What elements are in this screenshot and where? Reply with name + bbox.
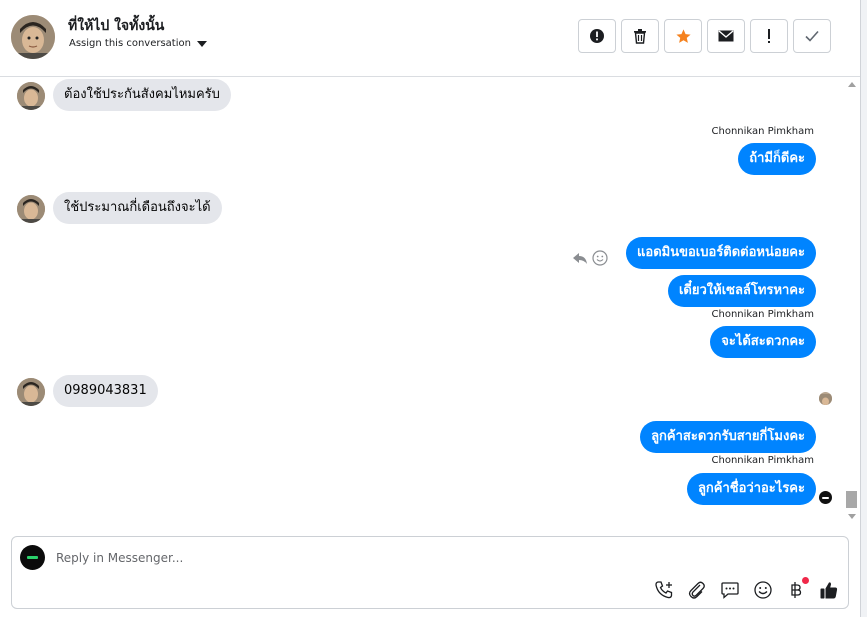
- contact-avatar[interactable]: [11, 15, 55, 59]
- mark-done-button[interactable]: [793, 19, 831, 53]
- composer-tools: [653, 577, 840, 601]
- follow-up-button[interactable]: [750, 19, 788, 53]
- star-button[interactable]: [664, 19, 702, 53]
- seen-avatar: [819, 392, 832, 405]
- reply-composer: [11, 536, 849, 609]
- conversation-actions: [578, 19, 831, 53]
- attach-button[interactable]: [686, 579, 708, 601]
- message-tools: [572, 250, 608, 266]
- emoji-button[interactable]: [752, 579, 774, 601]
- thumbs-up-icon: [820, 582, 838, 599]
- saved-replies-button[interactable]: [719, 579, 741, 601]
- window-edge: [860, 0, 867, 617]
- sender-name: Chonnikan Pimkham: [711, 126, 814, 137]
- message-thread[interactable]: ต้องใช้ประกันสังคมไหมครับ Chonnikan Pimk…: [0, 78, 860, 524]
- phone-plus-icon: [655, 581, 673, 599]
- contact-avatar-small[interactable]: [17, 195, 45, 223]
- trash-icon: [634, 29, 646, 44]
- reply-arrow-icon[interactable]: [572, 250, 588, 266]
- outgoing-message[interactable]: เดี๋ยวให้เซลล์โทรหาคะ: [667, 275, 816, 307]
- contact-avatar-small[interactable]: [17, 82, 45, 110]
- react-emoji-icon[interactable]: [592, 250, 608, 266]
- envelope-icon: [718, 30, 734, 42]
- mark-spam-button[interactable]: [578, 19, 616, 53]
- incoming-message[interactable]: ใช้ประมาณกี่เดือนถึงจะได้: [53, 192, 222, 224]
- assign-label: Assign this conversation: [69, 38, 191, 49]
- contact-name[interactable]: ที่ให้ไป ใจทั้งนั้น: [68, 15, 164, 37]
- outgoing-message[interactable]: จะได้สะดวกคะ: [710, 326, 816, 358]
- incoming-message[interactable]: 0989043831: [53, 375, 158, 407]
- outgoing-message[interactable]: แอดมินขอเบอร์ติดต่อหน่อยคะ: [626, 237, 816, 269]
- emoji-icon: [754, 581, 772, 599]
- payment-button[interactable]: [785, 577, 809, 601]
- scroll-thumb[interactable]: [846, 491, 857, 508]
- mark-unread-button[interactable]: [707, 19, 745, 53]
- star-icon: [675, 28, 691, 43]
- incoming-message[interactable]: ต้องใช้ประกันสังคมไหมครับ: [53, 79, 231, 111]
- like-button[interactable]: [818, 579, 840, 601]
- delete-button[interactable]: [621, 19, 659, 53]
- conversation-header: ที่ให้ไป ใจทั้งนั้น Assign this conversa…: [0, 0, 860, 77]
- outgoing-message[interactable]: ลูกค้าสะดวกรับสายกี่โมงคะ: [640, 421, 816, 453]
- outgoing-message[interactable]: ถ้ามีก็ดีคะ: [738, 143, 816, 175]
- page-logo-avatar: [20, 545, 45, 570]
- scroll-down-arrow-icon[interactable]: [848, 514, 856, 519]
- assign-conversation-dropdown[interactable]: Assign this conversation: [69, 38, 207, 49]
- saved-reply-icon: [721, 582, 739, 599]
- notification-dot: [802, 577, 809, 584]
- exclamation-icon: [768, 29, 770, 43]
- checkmark-icon: [805, 30, 819, 42]
- sender-name: Chonnikan Pimkham: [711, 455, 814, 466]
- paperclip-icon: [688, 581, 705, 599]
- reply-input[interactable]: [56, 547, 816, 569]
- conversation-panel: ที่ให้ไป ใจทั้งนั้น Assign this conversa…: [0, 0, 860, 617]
- alert-circle-icon: [590, 29, 604, 43]
- contact-avatar-small[interactable]: [17, 378, 45, 406]
- page-seen-icon: [819, 491, 832, 504]
- outgoing-message[interactable]: ลูกค้าชื่อว่าอะไรคะ: [686, 473, 816, 505]
- call-button[interactable]: [653, 579, 675, 601]
- scroll-up-arrow-icon[interactable]: [848, 82, 856, 87]
- thread-scrollbar[interactable]: [843, 78, 860, 524]
- caret-down-icon: [196, 40, 207, 47]
- sender-name: Chonnikan Pimkham: [711, 309, 814, 320]
